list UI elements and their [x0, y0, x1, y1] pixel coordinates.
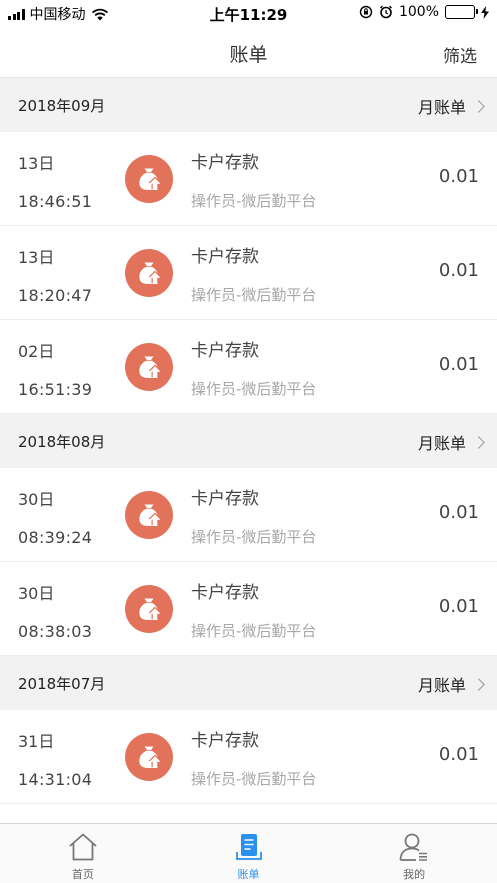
alarm-icon	[379, 5, 392, 19]
battery-icon	[445, 5, 478, 19]
tab-profile[interactable]: 我的	[331, 824, 497, 883]
monthly-bill-label: 月账单	[417, 434, 466, 453]
transaction-amount: 0.01	[438, 260, 479, 281]
transaction-amount: 0.01	[438, 744, 479, 765]
month-label: 2018年07月	[18, 675, 106, 693]
status-bar: 中国移动 上午11:29 100%	[0, 0, 497, 26]
page-title: 账单	[229, 44, 268, 66]
chevron-right-icon	[472, 677, 485, 691]
tab-bill-label: 账单	[237, 868, 260, 881]
transaction-time: 18:46:51	[18, 192, 93, 211]
transaction-operator: 操作员-微后勤平台	[191, 622, 317, 640]
tab-bill[interactable]: 账单	[166, 824, 332, 883]
transaction-row[interactable]: 13日 18:46:51 卡户存款操作员-微后勤平台 0.01	[0, 132, 497, 226]
month-label: 2018年09月	[18, 97, 106, 115]
monthly-bill-link[interactable]: 月账单	[417, 672, 485, 696]
money-bag-icon	[125, 733, 173, 781]
transaction-day: 30日	[18, 490, 55, 509]
money-bag-icon	[125, 155, 173, 203]
transaction-row[interactable]: 30日 08:39:24 卡户存款操作员-微后勤平台 0.01	[0, 468, 497, 562]
chevron-right-icon	[472, 435, 485, 449]
tab-home[interactable]: 首页	[0, 824, 166, 883]
month-section-header: 2018年07月 月账单	[0, 656, 497, 710]
charging-icon	[481, 5, 489, 19]
bill-icon	[232, 831, 266, 863]
transaction-day: 13日	[18, 248, 55, 267]
tab-home-label: 首页	[71, 868, 94, 881]
transaction-operator: 操作员-微后勤平台	[191, 192, 317, 210]
transaction-time: 18:20:47	[18, 286, 93, 305]
transaction-row[interactable]: 31日 14:31:04 卡户存款操作员-微后勤平台 0.01	[0, 710, 497, 804]
transaction-day: 31日	[18, 732, 55, 751]
rotation-lock-icon	[359, 5, 373, 19]
transaction-amount: 0.01	[438, 596, 479, 617]
transaction-time: 16:51:39	[18, 380, 93, 399]
transaction-row[interactable]: 30日 08:38:03 卡户存款操作员-微后勤平台 0.01	[0, 562, 497, 656]
monthly-bill-label: 月账单	[417, 676, 466, 695]
transaction-title: 卡户存款	[191, 583, 259, 603]
tab-profile-label: 我的	[403, 868, 426, 881]
monthly-bill-label: 月账单	[417, 98, 466, 117]
transaction-title: 卡户存款	[191, 489, 259, 509]
chevron-right-icon	[472, 99, 485, 113]
transaction-title: 卡户存款	[191, 731, 259, 751]
transaction-operator: 操作员-微后勤平台	[191, 770, 317, 788]
transaction-time: 14:31:04	[18, 770, 93, 789]
transaction-operator: 操作员-微后勤平台	[191, 286, 317, 304]
transaction-day: 13日	[18, 154, 55, 173]
nav-bar: 账单 筛选	[0, 26, 497, 78]
transaction-operator: 操作员-微后勤平台	[191, 380, 317, 398]
filter-button[interactable]: 筛选	[443, 42, 477, 67]
home-icon	[66, 831, 100, 863]
battery-percent: 100%	[398, 4, 439, 20]
transaction-row[interactable]: 13日 18:20:47 卡户存款操作员-微后勤平台 0.01	[0, 226, 497, 320]
transaction-day: 30日	[18, 584, 55, 603]
monthly-bill-link[interactable]: 月账单	[417, 94, 485, 118]
tab-bar: 首页 账单 我的	[0, 823, 497, 883]
transaction-time: 08:38:03	[18, 622, 93, 641]
transaction-amount: 0.01	[438, 166, 479, 187]
month-section-header: 2018年08月 月账单	[0, 414, 497, 468]
transaction-title: 卡户存款	[191, 247, 259, 267]
transaction-list[interactable]: 2018年09月 月账单 13日 18:46:51 卡户存款 操作员-微后勤平台 0.01 1…	[0, 78, 497, 823]
money-bag-icon	[125, 585, 173, 633]
money-bag-icon	[125, 249, 173, 297]
transaction-title: 卡户存款	[191, 341, 259, 361]
profile-icon	[397, 831, 431, 863]
transaction-time: 08:39:24	[18, 528, 93, 547]
transaction-day: 02日	[18, 342, 55, 361]
month-section-header: 2018年09月 月账单	[0, 78, 497, 132]
status-right: 100%	[359, 4, 489, 20]
money-bag-icon	[125, 491, 173, 539]
money-bag-icon	[125, 343, 173, 391]
transaction-amount: 0.01	[438, 502, 479, 523]
transaction-row[interactable]: 02日 16:51:39 卡户存款操作员-微后勤平台 0.01	[0, 320, 497, 414]
month-label: 2018年08月	[18, 433, 106, 451]
transaction-operator: 操作员-微后勤平台	[191, 528, 317, 546]
transaction-title: 卡户存款	[191, 153, 259, 173]
monthly-bill-link[interactable]: 月账单	[417, 430, 485, 454]
transaction-amount: 0.01	[438, 354, 479, 375]
